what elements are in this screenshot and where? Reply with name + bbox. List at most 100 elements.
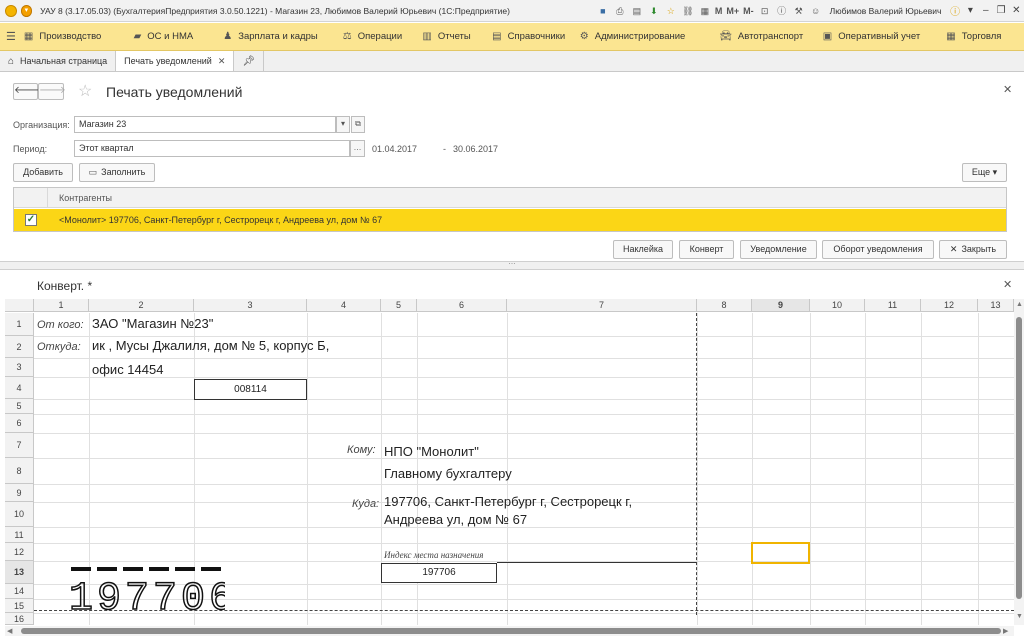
row-header-11[interactable]: 11 — [5, 527, 34, 543]
row-header-10[interactable]: 10 — [5, 502, 34, 527]
scroll-down-icon[interactable]: ▼ — [1016, 613, 1023, 620]
memory-plus-button[interactable]: M+ — [726, 6, 739, 16]
column-header-1[interactable]: 1 — [34, 299, 89, 312]
save-icon[interactable]: ■ — [596, 4, 610, 18]
column-header-9[interactable]: 9 — [752, 299, 810, 312]
pin-tab-button[interactable]: 📌︎ — [234, 51, 265, 71]
menu-item-trade[interactable]: ▦ Торговля — [946, 23, 1024, 50]
column-header-13[interactable]: 13 — [978, 299, 1014, 312]
organization-label: Организация: — [13, 120, 70, 130]
zoom-icon[interactable]: ⊡ — [758, 4, 772, 18]
row-header-8[interactable]: 8 — [5, 458, 34, 484]
row-header-4[interactable]: 4 — [5, 377, 34, 399]
tab-home[interactable]: ⌂ Начальная страница — [0, 51, 117, 71]
row-header-15[interactable]: 15 — [5, 599, 34, 613]
column-header-counterparties[interactable]: Контрагенты — [59, 188, 112, 208]
row-header-2[interactable]: 2 — [5, 336, 34, 358]
menu-item-fixed-assets[interactable]: ▰ ОС и НМА — [134, 23, 224, 50]
close-form-icon[interactable]: ✕ — [1003, 83, 1012, 96]
memory-minus-button[interactable]: M- — [743, 6, 754, 16]
column-header-4[interactable]: 4 — [307, 299, 381, 312]
menu-item-operational[interactable]: ▣ Оперативный учет — [823, 23, 947, 50]
star-icon[interactable]: ☆ — [664, 4, 678, 18]
menu-item-salary[interactable]: ♟ Зарплата и кадры — [223, 23, 343, 50]
vertical-scroll-thumb[interactable] — [1016, 317, 1022, 599]
column-header-11[interactable]: 11 — [865, 299, 921, 312]
menu-item-reports[interactable]: ▥ Отчеты — [422, 23, 492, 50]
memory-button[interactable]: M — [715, 6, 723, 16]
column-header-8[interactable]: 8 — [697, 299, 752, 312]
row-header-14[interactable]: 14 — [5, 584, 34, 599]
app-menu-chevron-icon[interactable]: ▾ — [20, 4, 33, 17]
favorite-star-icon[interactable]: ☆ — [78, 81, 92, 101]
calendar-icon[interactable]: ▦ — [698, 4, 712, 18]
chevron-down-icon[interactable]: ▾ — [963, 5, 978, 16]
envelope-button[interactable]: Конверт — [679, 240, 734, 259]
link-icon[interactable]: ⛓ — [681, 4, 695, 18]
menu-item-administration[interactable]: ⚙ Администрирование — [580, 23, 719, 50]
vertical-scrollbar[interactable]: ▲ ▼ — [1014, 299, 1024, 625]
scroll-right-icon[interactable]: ▶ — [1003, 627, 1008, 635]
close-tab-icon[interactable]: ✕ — [218, 56, 226, 67]
close-button[interactable]: ✕ Закрыть — [939, 240, 1007, 259]
column-header-5[interactable]: 5 — [381, 299, 417, 312]
panel-splitter[interactable]: ⋯ — [0, 261, 1024, 270]
horizontal-scrollbar[interactable]: ◀ ▶ — [5, 626, 1014, 636]
fill-button[interactable]: ▭ Заполнить — [79, 163, 155, 182]
column-line — [752, 313, 753, 625]
info-button-icon[interactable]: ⓘ — [947, 3, 962, 18]
download-icon[interactable]: ⬇ — [647, 4, 661, 18]
hamburger-menu-icon[interactable]: ☰ — [6, 30, 24, 43]
current-user[interactable]: Любимов Валерий Юрьевич — [830, 6, 942, 16]
column-header-10[interactable]: 10 — [810, 299, 865, 312]
row-header-6[interactable]: 6 — [5, 414, 34, 433]
scroll-up-icon[interactable]: ▲ — [1016, 301, 1023, 308]
sticker-button[interactable]: Наклейка — [613, 240, 673, 259]
tools-icon[interactable]: ⚒ — [792, 4, 806, 18]
back-button[interactable]: 🡐 — [13, 83, 41, 100]
row-header-12[interactable]: 12 — [5, 543, 34, 561]
menu-item-production[interactable]: ▦ Производство — [24, 23, 106, 50]
forward-button[interactable]: 🡒 — [38, 83, 66, 100]
row-header-1[interactable]: 1 — [5, 313, 34, 336]
column-header-3[interactable]: 3 — [194, 299, 307, 312]
row-header-13[interactable]: 13 — [5, 561, 34, 584]
organization-open-button[interactable]: ⧉ — [351, 116, 365, 133]
row-header-3[interactable]: 3 — [5, 358, 34, 377]
tab-print-notices[interactable]: Печать уведомлений ✕ — [116, 51, 235, 71]
spreadsheet-document[interactable]: 1 2 3 4 5 6 7 8 9 10 11 12 13 1 2 3 4 5 6 7 8 9 10 11 12 13 14 15 16… — [5, 299, 1014, 625]
sheet-corner[interactable] — [5, 299, 34, 312]
column-header-12[interactable]: 12 — [921, 299, 978, 312]
column-header-7[interactable]: 7 — [507, 299, 697, 312]
more-button[interactable]: Еще ▾ — [962, 163, 1007, 182]
row-header-7[interactable]: 7 — [5, 433, 34, 458]
row-line — [34, 433, 1014, 434]
period-field[interactable]: Этот квартал — [74, 140, 350, 157]
print-icon[interactable]: ⎙ — [613, 4, 627, 18]
column-header-6[interactable]: 6 — [417, 299, 507, 312]
restore-icon[interactable]: ❐ — [993, 5, 1008, 16]
notice-button[interactable]: Уведомление — [740, 240, 817, 259]
organization-field[interactable]: Магазин 23 — [74, 116, 336, 133]
organization-dropdown-button[interactable]: ▾ — [336, 116, 350, 133]
horizontal-scroll-thumb[interactable] — [21, 628, 1001, 634]
menu-item-directories[interactable]: ▤ Справочники — [492, 23, 580, 50]
row-header-5[interactable]: 5 — [5, 399, 34, 414]
minimize-icon[interactable]: – — [978, 5, 993, 16]
menu-item-operations[interactable]: ⚖ Операции — [343, 23, 423, 50]
notice-back-button[interactable]: Оборот уведомления — [822, 240, 934, 259]
scroll-left-icon[interactable]: ◀ — [7, 627, 12, 635]
close-sheet-icon[interactable]: ✕ — [1003, 278, 1012, 291]
row-checkbox[interactable]: ✓ — [25, 214, 37, 226]
row-header-16[interactable]: 16 — [5, 613, 34, 625]
column-header-2[interactable]: 2 — [89, 299, 194, 312]
info-icon[interactable]: ⓘ — [775, 4, 789, 18]
active-cell[interactable] — [751, 542, 810, 564]
menu-item-vehicles[interactable]: 🚘︎ Автотранспорт — [719, 23, 823, 50]
add-button[interactable]: Добавить — [13, 163, 73, 182]
row-header-9[interactable]: 9 — [5, 484, 34, 502]
preview-icon[interactable]: ▤ — [630, 4, 644, 18]
table-row[interactable]: ✓ <Монолит> 197706, Санкт-Петербург г, С… — [14, 209, 1006, 231]
period-select-button[interactable]: … — [350, 140, 365, 157]
close-window-icon[interactable]: ✕ — [1009, 5, 1024, 16]
